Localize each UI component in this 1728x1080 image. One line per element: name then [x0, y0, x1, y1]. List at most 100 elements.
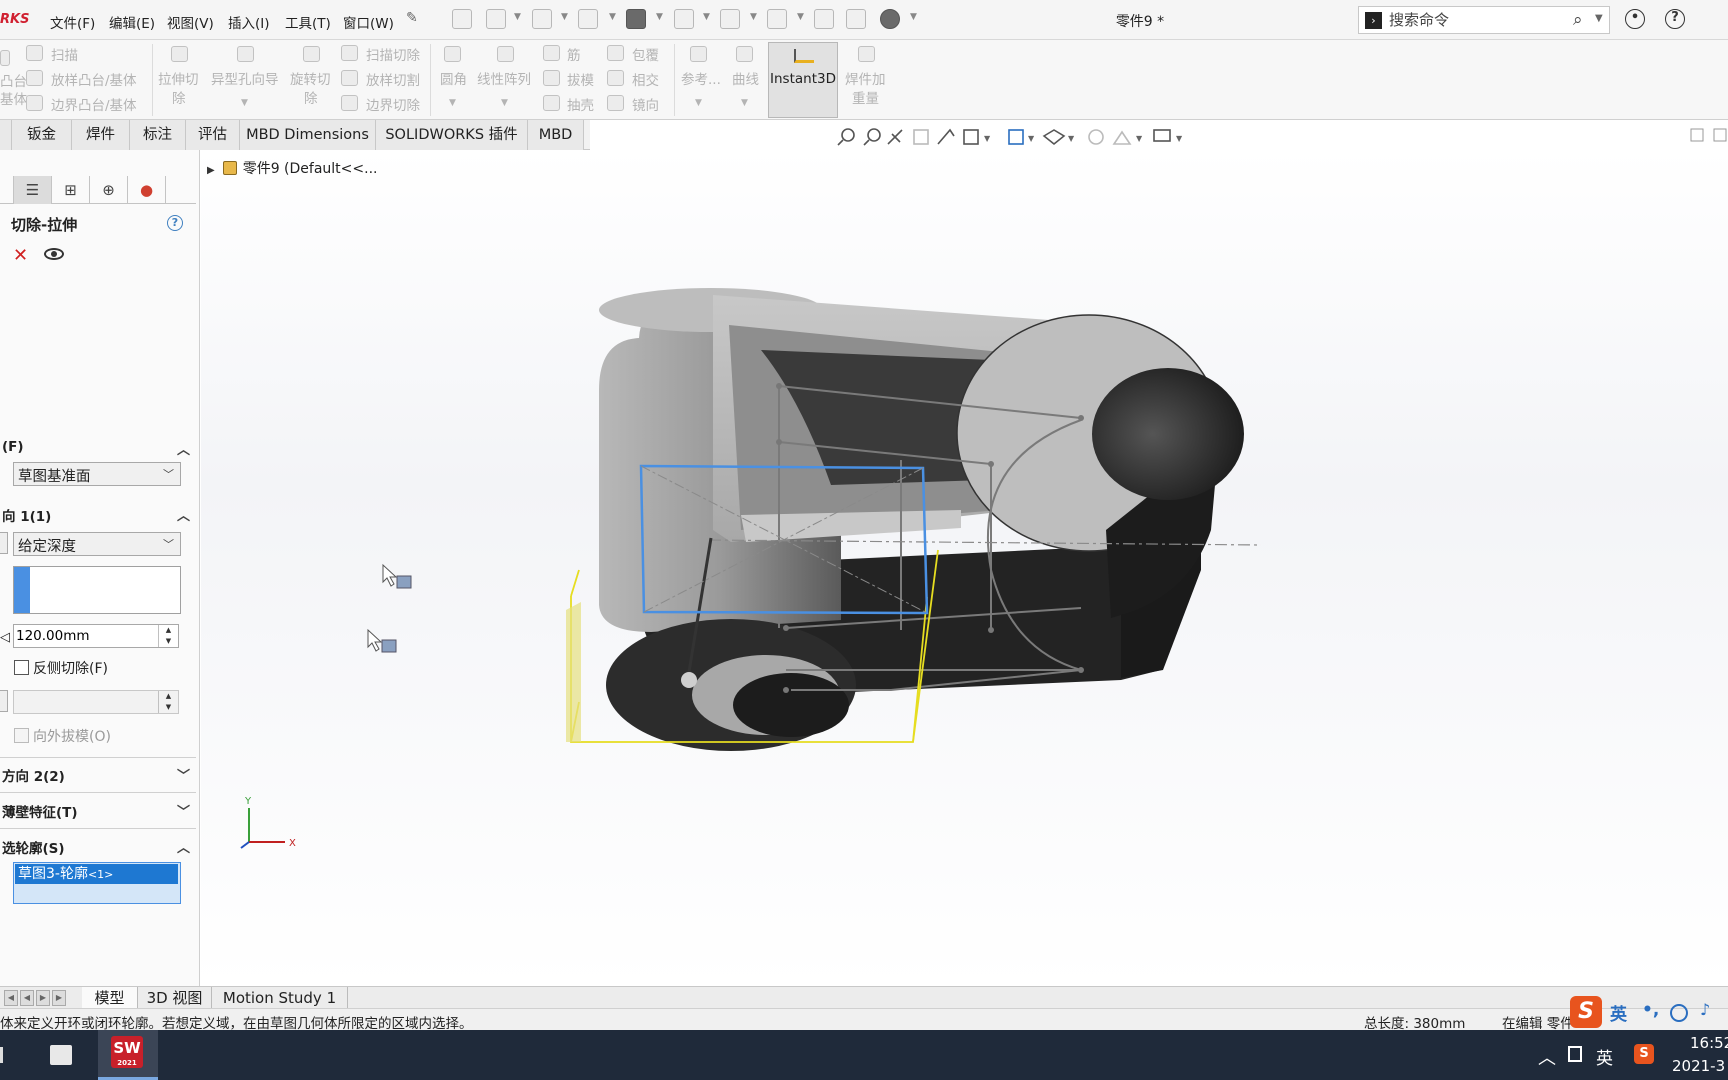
3d-model-view[interactable]: Y X: [201, 150, 1728, 986]
print-icon[interactable]: [626, 9, 646, 29]
revolved-cut-label-2[interactable]: 除: [304, 87, 318, 107]
next-tab-icon[interactable]: ▶: [36, 990, 50, 1006]
extruded-cut-label-2[interactable]: 除: [172, 87, 186, 107]
end-condition-select[interactable]: 给定深度 ﹀: [13, 532, 181, 556]
direction-selection-box[interactable]: [13, 566, 181, 614]
direction2-section-header[interactable]: 方向 2(2) ﹀: [0, 762, 196, 786]
clock-date[interactable]: 2021-3: [1672, 1057, 1725, 1075]
feature-manager-tab[interactable]: [0, 176, 14, 204]
options-dropdown-icon[interactable]: ▼: [910, 12, 917, 22]
tab-mbd-dimensions[interactable]: MBD Dimensions: [240, 120, 376, 150]
menu-edit[interactable]: 编辑(E): [109, 12, 155, 32]
menu-view[interactable]: 视图(V): [167, 12, 214, 32]
draft-angle-input[interactable]: [16, 692, 156, 712]
hole-wizard-icon[interactable]: [237, 46, 254, 62]
mirror-button[interactable]: 镜向: [632, 94, 659, 114]
curves-button[interactable]: 曲线: [732, 68, 759, 88]
start-icon[interactable]: [0, 1047, 6, 1063]
search-commands-box[interactable]: › ⌕ ▼: [1358, 6, 1610, 34]
linear-pattern-dropdown-icon[interactable]: ▼: [501, 98, 508, 108]
apply-scene-icon[interactable]: [1112, 130, 1132, 145]
selected-contours-section-header[interactable]: 选轮廓(S) ︿: [0, 834, 196, 858]
file-explorer-icon[interactable]: [50, 1045, 72, 1065]
edit-appearance-icon[interactable]: [1088, 129, 1104, 145]
chevron-down-icon[interactable]: ﹀: [177, 765, 190, 784]
draft-angle-spinner-icon[interactable]: ▲ ▼: [158, 691, 178, 713]
user-account-icon[interactable]: •: [1625, 9, 1645, 29]
draft-outward-checkbox[interactable]: [14, 728, 29, 743]
last-tab-icon[interactable]: ▶: [52, 990, 66, 1006]
tab-solidworks-addins[interactable]: SOLIDWORKS 插件: [376, 120, 528, 150]
menu-insert[interactable]: 插入(I): [228, 12, 270, 32]
tab-weldments[interactable]: 焊件: [72, 120, 130, 150]
menu-window[interactable]: 窗口(W): [343, 12, 394, 32]
redo-icon[interactable]: [720, 9, 740, 29]
solidworks-taskbar-button[interactable]: SW 2021: [98, 1030, 158, 1080]
view-settings-dropdown-icon[interactable]: ▼: [1176, 134, 1183, 143]
swept-cut-icon[interactable]: [341, 45, 358, 61]
search-input[interactable]: [1389, 10, 1559, 30]
draft-icon[interactable]: [543, 70, 560, 86]
redo-dropdown-icon[interactable]: ▼: [750, 12, 757, 22]
tab-mbd[interactable]: MBD: [528, 120, 584, 150]
intersect-button[interactable]: 相交: [632, 69, 659, 89]
tray-overflow-chevron-icon[interactable]: ︿: [1538, 1044, 1556, 1070]
prev-tab-icon[interactable]: ◀: [20, 990, 34, 1006]
section-view-icon[interactable]: [913, 129, 929, 145]
sweep-button[interactable]: 扫描: [51, 44, 78, 64]
extruded-boss-label-1[interactable]: 凸台: [0, 70, 27, 90]
curves-icon[interactable]: [736, 46, 753, 62]
linear-pattern-icon[interactable]: [497, 46, 514, 62]
maximize-window-icon[interactable]: [1713, 128, 1727, 142]
dynamic-annotation-icon[interactable]: [937, 128, 955, 145]
cancel-icon[interactable]: ✕: [13, 245, 28, 266]
display-style-icon[interactable]: [1008, 129, 1024, 145]
home-icon[interactable]: [452, 9, 472, 29]
ime-language-toggle[interactable]: 英: [1610, 1000, 1627, 1025]
boundary-boss-button[interactable]: 边界凸台/基体: [51, 94, 137, 114]
rib-icon[interactable]: [543, 45, 560, 61]
reference-geometry-button[interactable]: 参考...: [681, 68, 721, 88]
shell-icon[interactable]: [543, 95, 560, 111]
wrap-icon[interactable]: [607, 45, 624, 61]
file-properties-icon[interactable]: [846, 9, 866, 29]
scene-dropdown-icon[interactable]: ▼: [1136, 134, 1143, 143]
draft-angle-icon[interactable]: [0, 690, 8, 712]
display-manager-tab[interactable]: ●: [128, 176, 166, 204]
curves-dropdown-icon[interactable]: ▼: [741, 98, 748, 108]
tab-motion-study[interactable]: Motion Study 1: [212, 987, 348, 1009]
boundary-boss-icon[interactable]: [26, 95, 43, 111]
contour-list-item[interactable]: 草图3-轮廓<1>: [15, 864, 178, 884]
undo-icon[interactable]: [674, 9, 694, 29]
boundary-cut-icon[interactable]: [341, 95, 358, 111]
tab-model[interactable]: 模型: [82, 987, 138, 1009]
options-gear-icon[interactable]: [880, 9, 900, 29]
wrap-button[interactable]: 包覆: [632, 44, 659, 64]
draft-button[interactable]: 拔模: [567, 69, 594, 89]
open-folder-icon[interactable]: [532, 9, 552, 29]
open-dropdown-icon[interactable]: ▼: [561, 12, 568, 22]
help-icon[interactable]: ?: [167, 215, 183, 231]
configuration-manager-tab[interactable]: ⊞: [52, 176, 90, 204]
previous-view-icon[interactable]: [887, 129, 903, 145]
selected-contours-list[interactable]: 草图3-轮廓<1>: [13, 862, 181, 904]
reference-dropdown-icon[interactable]: ▼: [695, 98, 702, 108]
app-logo[interactable]: RKS: [0, 12, 29, 27]
save-dropdown-icon[interactable]: ▼: [609, 12, 616, 22]
intersect-icon[interactable]: [607, 70, 624, 86]
chevron-up-icon[interactable]: ︿: [177, 439, 190, 458]
new-document-icon[interactable]: [486, 9, 506, 29]
property-manager-tab[interactable]: ☰: [14, 176, 52, 204]
depth-field[interactable]: ▲▼: [13, 624, 179, 648]
lofted-cut-icon[interactable]: [341, 70, 358, 86]
microphone-icon[interactable]: ♪: [1700, 1000, 1710, 1019]
new-dropdown-icon[interactable]: ▼: [514, 12, 521, 22]
hole-wizard-dropdown-icon[interactable]: ▼: [241, 98, 248, 108]
chevron-down-icon[interactable]: ﹀: [177, 801, 190, 820]
weld-bead-label-1[interactable]: 焊件加: [845, 68, 886, 88]
clock-time[interactable]: 16:52: [1690, 1034, 1728, 1052]
hide-show-dropdown-icon[interactable]: ▼: [1068, 134, 1075, 143]
depth-input[interactable]: [16, 626, 156, 646]
linear-pattern-button[interactable]: 线性阵列: [477, 68, 531, 88]
thin-feature-section-header[interactable]: 薄壁特征(T) ﹀: [0, 798, 196, 822]
